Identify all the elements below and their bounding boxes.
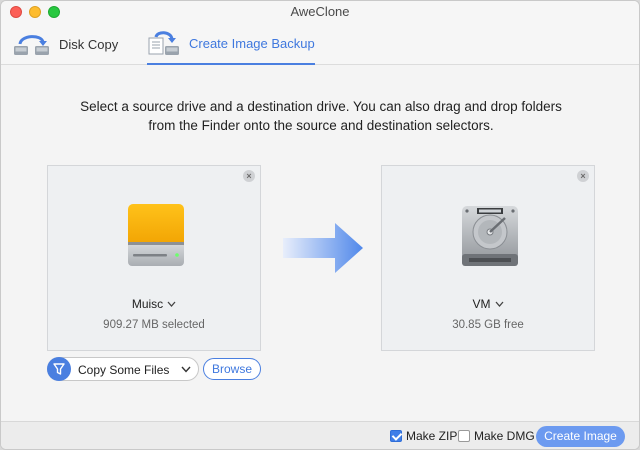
copy-filter-label: Copy Some Files xyxy=(78,363,170,377)
source-drive-panel[interactable]: × Muisc 909.27 MB selected xyxy=(47,165,261,351)
hard-disk-icon xyxy=(462,206,518,266)
window-title: AweClone xyxy=(290,4,350,19)
browse-button[interactable]: Browse xyxy=(203,358,261,380)
clear-destination-button[interactable]: × xyxy=(577,170,589,182)
destination-drive-name: VM xyxy=(472,297,491,311)
toolbar: Disk Copy Create Image Backup xyxy=(1,23,639,65)
disk-copy-icon xyxy=(14,35,49,55)
make-zip-checkbox-box[interactable] xyxy=(390,430,402,442)
image-backup-icon xyxy=(148,31,179,55)
clear-source-button[interactable]: × xyxy=(243,170,255,182)
bottom-bar: Make ZIP Make DMG Create Image xyxy=(1,421,639,449)
instructions-line-2: from the Finder onto the source and dest… xyxy=(148,118,494,133)
make-dmg-checkbox-box[interactable] xyxy=(458,430,470,442)
make-zip-label: Make ZIP xyxy=(406,429,458,443)
chevron-down-icon xyxy=(495,301,503,307)
tab-create-image-backup-label: Create Image Backup xyxy=(189,35,315,51)
tab-create-image-backup[interactable]: Create Image Backup xyxy=(147,23,315,65)
source-drive-selector[interactable]: Muisc xyxy=(48,297,260,311)
zoom-window-button[interactable] xyxy=(48,6,60,18)
destination-drive-selector[interactable]: VM xyxy=(382,297,594,311)
destination-drive-info: 30.85 GB free xyxy=(452,319,524,331)
arrow-right-icon xyxy=(283,223,363,273)
instructions-line-1: Select a source drive and a destination … xyxy=(80,99,562,114)
app-window: AweClone Disk Copy Create Image Backup S… xyxy=(0,0,640,450)
create-image-button[interactable]: Create Image xyxy=(536,426,625,447)
instructions-text: Select a source drive and a destination … xyxy=(41,97,601,135)
copy-filter-dropdown[interactable]: Copy Some Files xyxy=(47,357,199,381)
close-window-button[interactable] xyxy=(10,6,22,18)
filter-icon xyxy=(47,357,71,381)
source-drive-name: Muisc xyxy=(131,297,164,311)
minimize-window-button[interactable] xyxy=(29,6,41,18)
destination-drive-panel[interactable]: × VM 30.85 GB free xyxy=(381,165,595,351)
make-dmg-label: Make DMG xyxy=(474,429,535,443)
external-drive-icon xyxy=(128,204,184,266)
make-dmg-checkbox[interactable]: Make DMG xyxy=(458,429,535,443)
tab-disk-copy[interactable]: Disk Copy xyxy=(13,23,123,65)
title-bar: AweClone xyxy=(1,1,639,23)
chevron-down-icon xyxy=(181,366,191,373)
chevron-down-icon xyxy=(167,301,176,307)
tab-disk-copy-label: Disk Copy xyxy=(59,36,119,52)
make-zip-checkbox[interactable]: Make ZIP xyxy=(390,429,457,443)
source-drive-info: 909.27 MB selected xyxy=(103,319,205,331)
